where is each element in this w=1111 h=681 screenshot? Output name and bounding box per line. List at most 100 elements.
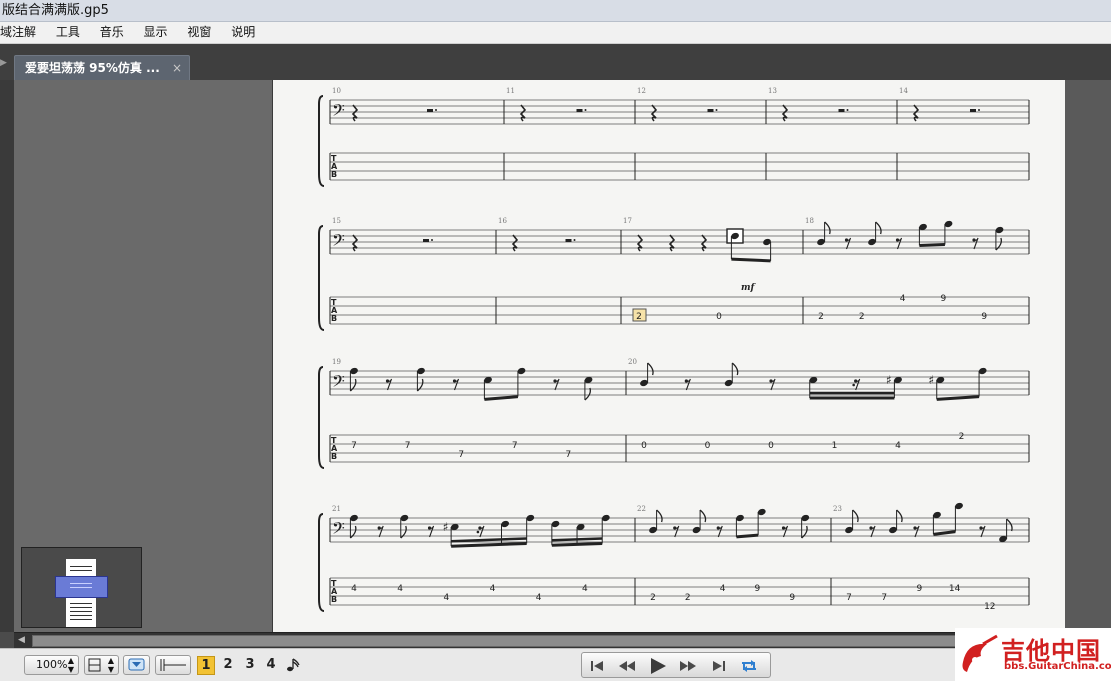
score-page[interactable]: 𝄢 T A B 10 11 12 13 14 𝄢 T A B 15 16 17 2 0 18 2 2 4 9 9 𝄢 T A B 19 7… [272,80,1065,632]
tab-clef-letter: B [331,170,337,179]
quarter-rest-icon [781,104,789,122]
quarter-rest-icon [519,104,527,122]
voice-2-button[interactable]: 2 [219,656,237,675]
horizontal-scrollbar[interactable]: ◀ [14,632,1111,648]
menu-item-window[interactable]: 视窗 [179,22,219,43]
tab-fret-number: 7 [351,441,357,451]
play-icon[interactable] [647,657,669,675]
transport-controls [581,652,771,678]
track-down-icon [128,658,145,671]
note-flag [731,362,739,376]
rest-flag-icon [476,530,480,534]
scroll-left-icon[interactable]: ◀ [18,635,25,645]
note-beam [736,533,759,539]
dot-icon [573,239,576,241]
note-flag [896,509,903,523]
menu-item-help[interactable]: 说明 [223,22,263,43]
bar-marker-button[interactable] [155,655,191,675]
page-layout-button[interactable]: ▲ ▼ [84,655,119,675]
note-flag [875,221,882,235]
bar-marker-icon [160,659,186,671]
eighth-rest-icon [973,237,979,250]
eighth-rest-icon [896,237,903,250]
quarter-rest-icon [351,234,359,252]
document-tab[interactable]: 爱要坦荡荡 95%仿真 ... × [14,55,190,80]
tab-fret-number: 4 [720,584,726,594]
eighth-rest-icon [845,237,852,250]
tab-fret-number: 7 [512,441,518,451]
note-flag [1006,518,1013,532]
score-notation[interactable]: 𝄢TAB10 11 12 13 14𝄢TAB15 16 172 0182 24 99𝄢TAB197… [273,80,1065,632]
half-rest-icon [970,109,976,112]
system-brace [318,225,325,331]
voice-1-button[interactable]: 1 [197,656,215,675]
eighth-rest-icon [453,378,460,391]
tab-fret-number: 4 [900,294,906,304]
bar-number: 12 [637,87,646,95]
eighth-rest-icon [770,378,776,391]
skip-to-end-icon[interactable] [708,657,728,675]
voice-3-button[interactable]: 3 [241,656,259,675]
bass-clef-icon: 𝄢 [332,230,345,254]
tab-fret-number: 9 [789,593,795,603]
tab-scroll-left-icon[interactable]: ▶ [0,58,8,70]
note-beam-secondary [451,537,527,543]
fast-forward-icon[interactable] [678,657,698,675]
skip-to-start-icon[interactable] [588,657,608,675]
bass-clef-icon: 𝄢 [332,518,345,542]
note-flag [584,387,591,401]
tab-fret-number: 14 [949,584,961,594]
eighth-rest-icon [685,378,691,391]
bar-number: 16 [498,217,507,225]
tab-fret-number: 4 [582,584,588,594]
loop-icon[interactable] [737,657,761,675]
system-brace [318,95,325,187]
rest-flag-icon [852,383,855,387]
close-icon[interactable]: × [172,56,182,80]
tab-fret-number: 2 [650,593,656,603]
scrollbar-thumb[interactable] [32,635,1111,647]
bar-number: 10 [332,87,341,95]
menu-item-display[interactable]: 显示 [136,22,176,43]
note-beam [936,395,980,401]
notation-icon[interactable] [285,657,301,673]
dot-icon [584,109,587,111]
tab-clef-letter: B [331,452,337,461]
half-rest-icon [707,109,714,112]
note-flag [824,221,831,235]
quarter-rest-icon [912,104,920,122]
sharp-icon: ♯ [443,520,449,534]
voice-4-button[interactable]: 4 [262,656,280,675]
track-view-button[interactable] [123,655,150,675]
bar-number: 20 [628,358,637,366]
tab-fret-number: 4 [490,584,496,594]
bar-number: 15 [332,217,341,225]
spin-arrows-icon[interactable]: ▲ ▼ [108,656,114,674]
bar-number: 11 [506,87,515,95]
half-rest-icon [565,239,572,242]
zoom-select[interactable]: 100% ▲ ▼ [24,655,79,675]
eighth-rest-icon [717,525,723,538]
tab-fret-number: 2 [859,312,865,322]
bar-number: 23 [833,505,842,513]
bottom-toolbar: 100% ▲ ▼ ▲ ▼ 1 2 3 4 [0,648,1111,681]
eighth-rest-icon [386,378,393,391]
note-flag [656,509,663,523]
system-brace [318,366,325,469]
menu-item-music[interactable]: 音乐 [92,22,132,43]
tab-fret-number: 2 [636,312,642,322]
document-tab-label: 爱要坦荡荡 95%仿真 ... [25,61,160,75]
note-beam [933,530,956,536]
spin-arrows-icon[interactable]: ▲ ▼ [68,656,74,674]
note-flag [647,362,654,376]
bar-number: 22 [637,505,646,513]
menu-item-annotation[interactable]: 域注解 [0,22,44,43]
rewind-icon[interactable] [617,657,637,675]
note-beam [484,395,519,401]
eighth-rest-icon [674,525,680,538]
dot-icon [846,109,849,111]
page-navigator[interactable] [21,547,142,628]
left-panel-strip [0,80,14,632]
quarter-rest-icon [700,234,708,252]
menu-item-tools[interactable]: 工具 [48,22,88,43]
